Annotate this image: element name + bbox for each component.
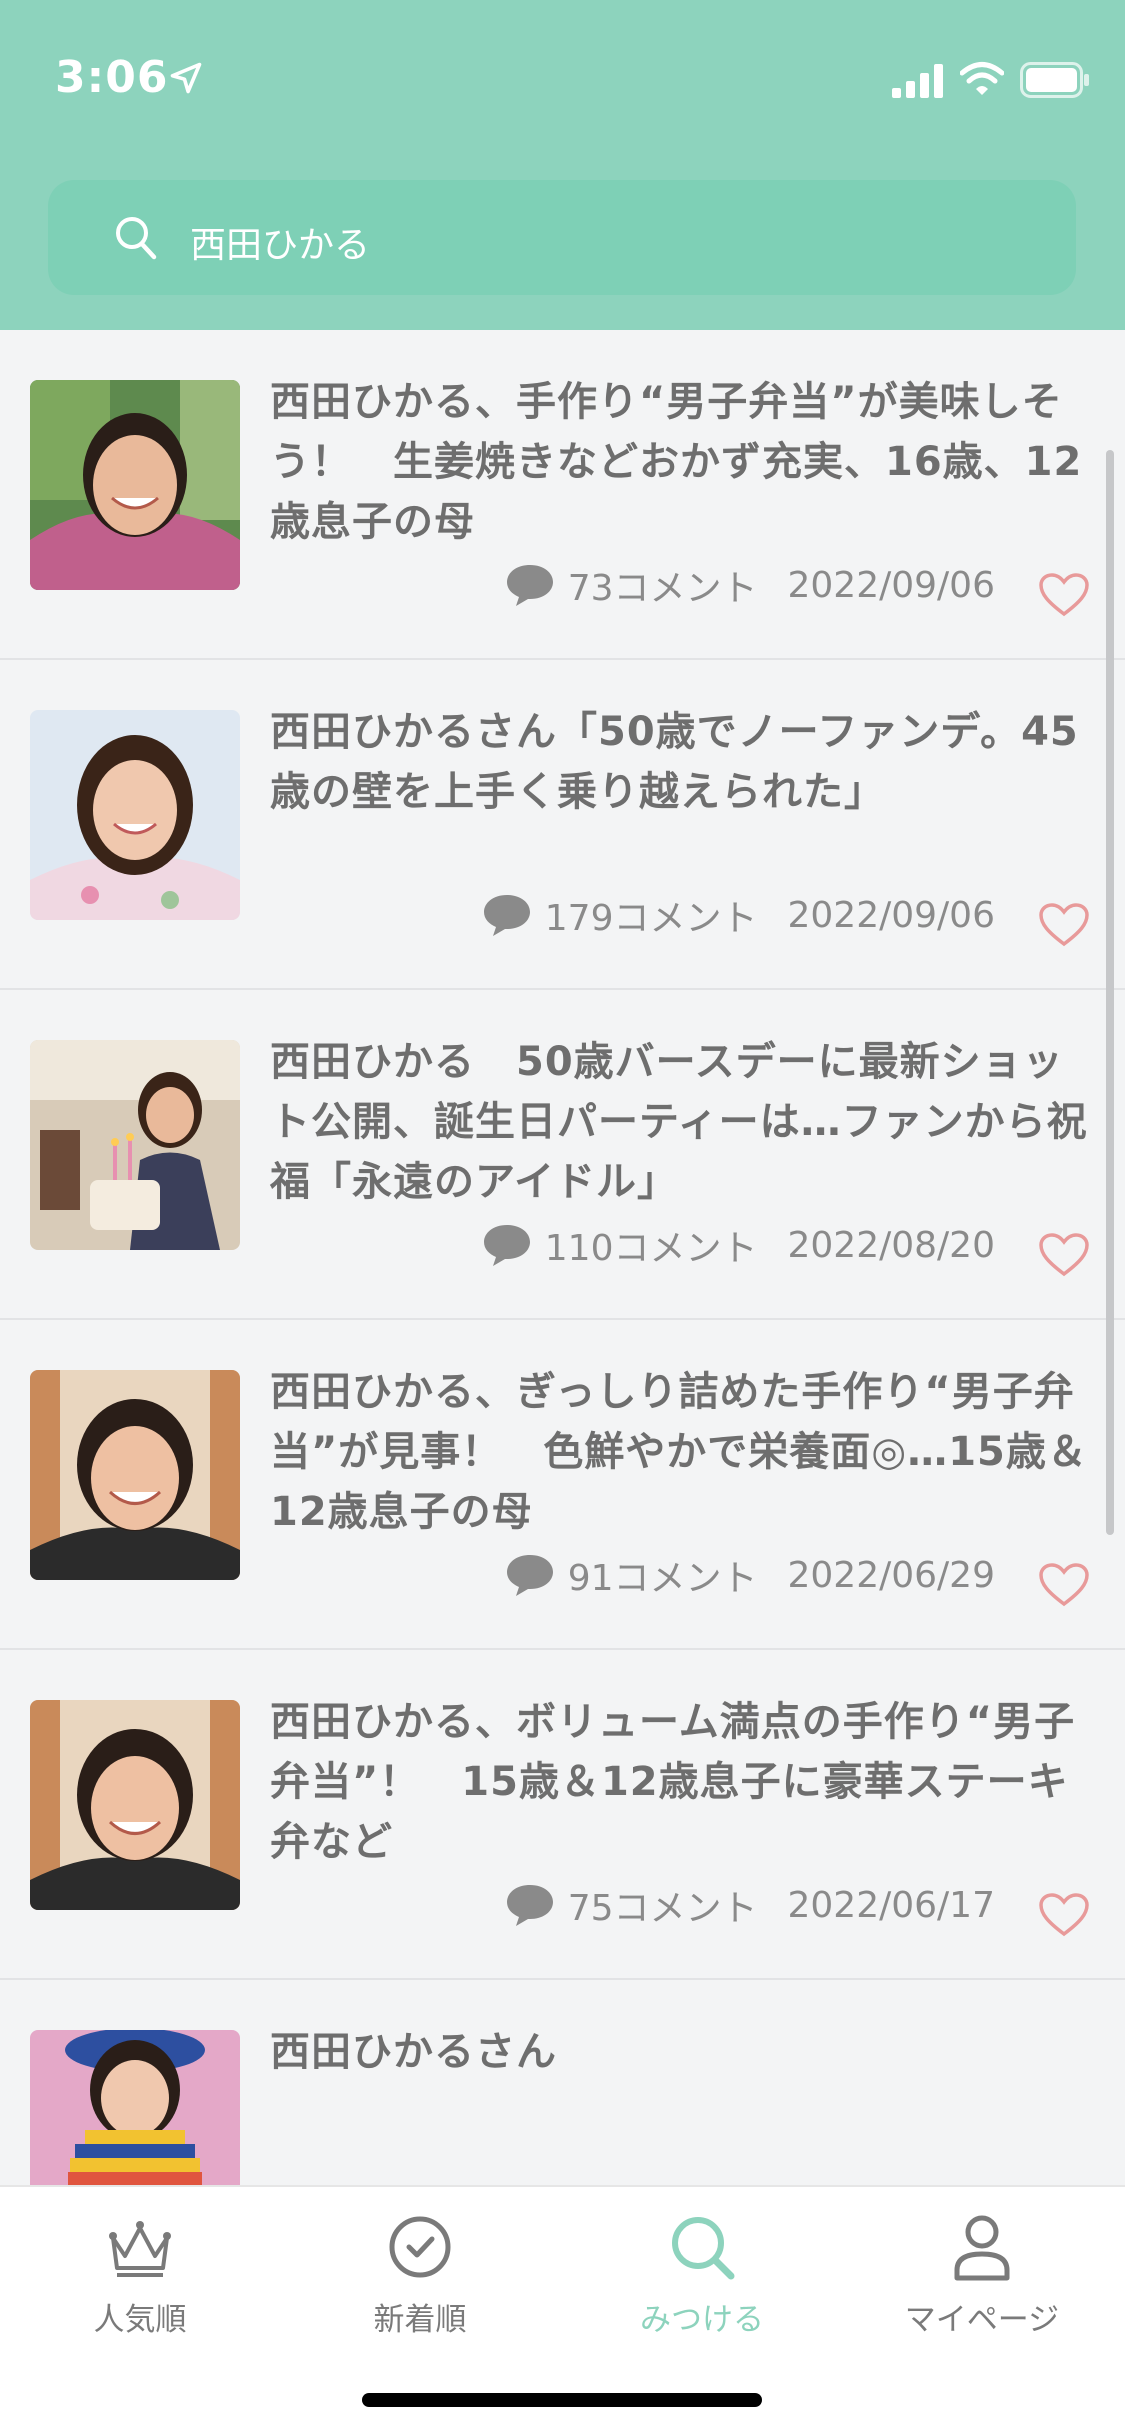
comment-count: 73コメント	[567, 568, 758, 609]
article-date: 2022/08/20	[787, 1224, 996, 1266]
tab-mypage[interactable]: マイページ	[882, 2212, 1082, 2352]
search-icon	[116, 217, 157, 260]
article-thumbnail	[30, 1700, 240, 1910]
scrollbar[interactable]	[1106, 450, 1114, 1535]
crown-icon	[109, 2221, 171, 2277]
article-thumbnail	[30, 1370, 240, 1580]
article-thumbnail	[30, 380, 240, 590]
heart-icon[interactable]	[1038, 1232, 1090, 1278]
tab-label: 新着順	[373, 2302, 467, 2338]
article-meta: 73コメント 2022/09/06	[504, 560, 995, 610]
article-item[interactable]: 西田ひかる、手作り“男子弁当”が美味しそう！ 生姜焼きなどおかず充実、16歳、1…	[0, 330, 1125, 660]
article-item[interactable]: 西田ひかるさん「50歳でノーファンデ。45歳の壁を上手く乗り越えられた」 179…	[0, 660, 1125, 990]
search-icon	[672, 2217, 735, 2280]
status-bar: 3:06	[0, 0, 1125, 150]
article-date: 2022/06/29	[787, 1554, 996, 1596]
article-meta: 91コメント 2022/06/29	[504, 1550, 995, 1600]
article-date: 2022/09/06	[787, 894, 996, 936]
home-indicator[interactable]	[362, 2393, 762, 2407]
comment-count: 179コメント	[544, 898, 758, 939]
tab-popular[interactable]: 人気順	[40, 2212, 240, 2352]
article-title: 西田ひかる、手作り“男子弁当”が美味しそう！ 生姜焼きなどおかず充実、16歳、1…	[270, 379, 1083, 545]
article-date: 2022/09/06	[787, 564, 996, 606]
tab-newest[interactable]: 新着順	[320, 2212, 520, 2352]
article-title: 西田ひかるさん	[270, 2029, 557, 2075]
search-bar[interactable]: 西田ひかる	[48, 180, 1076, 295]
signal-icon	[892, 64, 943, 98]
article-title: 西田ひかる、ボリューム満点の手作り“男子弁当”！ 15歳＆12歳息子に豪華ステー…	[270, 1699, 1076, 1865]
status-time: 3:06	[55, 52, 169, 103]
tab-label: みつける	[640, 2302, 764, 2338]
comment-count: 75コメント	[567, 1888, 758, 1929]
comment-count: 91コメント	[567, 1558, 758, 1599]
comment-icon	[506, 565, 553, 606]
screen: 3:06 西田ひかる 西田ひかる、手作り“男子弁当”が美味しそう！ 生姜焼きなど…	[0, 0, 1125, 2436]
heart-icon[interactable]	[1038, 1892, 1090, 1938]
article-item[interactable]: 西田ひかる、ぎっしり詰めた手作り“男子弁当”が見事！ 色鮮やかで栄養面◎…15歳…	[0, 1320, 1125, 1650]
heart-icon[interactable]	[1038, 1562, 1090, 1608]
clock-icon	[389, 2216, 451, 2278]
article-meta: 75コメント 2022/06/17	[504, 1880, 995, 1930]
article-date: 2022/06/17	[787, 1884, 996, 1926]
location-arrow-icon	[170, 62, 202, 94]
heart-icon[interactable]	[1038, 902, 1090, 948]
article-meta: 110コメント 2022/08/20	[481, 1220, 995, 1270]
article-item[interactable]: 西田ひかる 50歳バースデーに最新ショット公開、誕生日パーティーは…ファンから祝…	[0, 990, 1125, 1320]
comment-icon	[483, 1225, 530, 1266]
comment-count: 110コメント	[544, 1228, 758, 1269]
tab-label: 人気順	[93, 2302, 187, 2338]
tab-discover[interactable]: みつける	[602, 2212, 802, 2352]
heart-icon[interactable]	[1038, 572, 1090, 618]
comment-icon	[506, 1885, 553, 1926]
battery-icon	[1020, 62, 1089, 98]
article-title: 西田ひかる、ぎっしり詰めた手作り“男子弁当”が見事！ 色鮮やかで栄養面◎…15歳…	[270, 1369, 1088, 1535]
tab-label: マイページ	[904, 2302, 1060, 2338]
article-thumbnail	[30, 710, 240, 920]
article-meta: 179コメント 2022/09/06	[481, 890, 995, 940]
comment-icon	[483, 895, 530, 936]
article-list: 西田ひかる、手作り“男子弁当”が美味しそう！ 生姜焼きなどおかず充実、16歳、1…	[0, 330, 1125, 2310]
article-title: 西田ひかる 50歳バースデーに最新ショット公開、誕生日パーティーは…ファンから祝…	[270, 1039, 1088, 1205]
article-thumbnail	[30, 1040, 240, 1250]
header: 3:06 西田ひかる	[0, 0, 1125, 330]
article-item[interactable]: 西田ひかる、ボリューム満点の手作り“男子弁当”！ 15歳＆12歳息子に豪華ステー…	[0, 1650, 1125, 1980]
article-title: 西田ひかるさん「50歳でノーファンデ。45歳の壁を上手く乗り越えられた」	[270, 709, 1079, 815]
person-icon	[954, 2215, 1010, 2281]
wifi-icon	[960, 62, 1004, 95]
comment-icon	[506, 1555, 553, 1596]
search-input[interactable]: 西田ひかる	[190, 216, 370, 268]
